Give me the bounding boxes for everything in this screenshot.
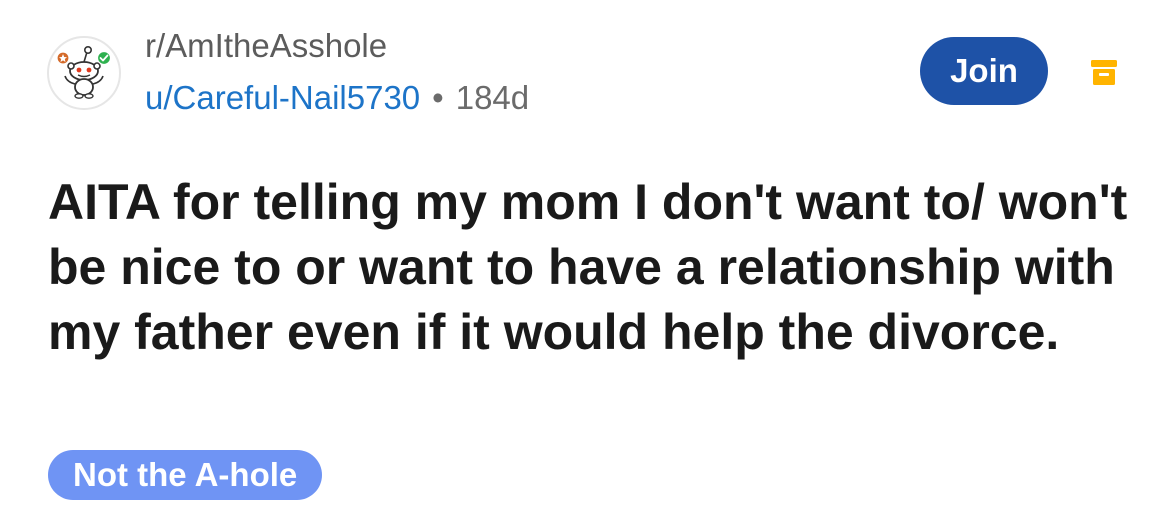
post-age: 184d — [455, 79, 530, 116]
archive-icon[interactable] — [1089, 57, 1119, 87]
post-title[interactable]: AITA for telling my mom I don't want to/… — [48, 170, 1128, 365]
post-flair[interactable]: Not the A-hole — [48, 450, 323, 500]
join-button[interactable]: Join — [920, 37, 1048, 105]
subreddit-avatar[interactable] — [47, 36, 121, 110]
subreddit-name[interactable]: r/AmItheAsshole — [145, 24, 387, 68]
post-meta: u/Careful-Nail5730 • 184d — [145, 76, 529, 120]
snoo-mascot-icon — [56, 46, 112, 99]
author-username[interactable]: u/Careful-Nail5730 — [145, 79, 420, 116]
meta-separator: • — [432, 79, 444, 116]
